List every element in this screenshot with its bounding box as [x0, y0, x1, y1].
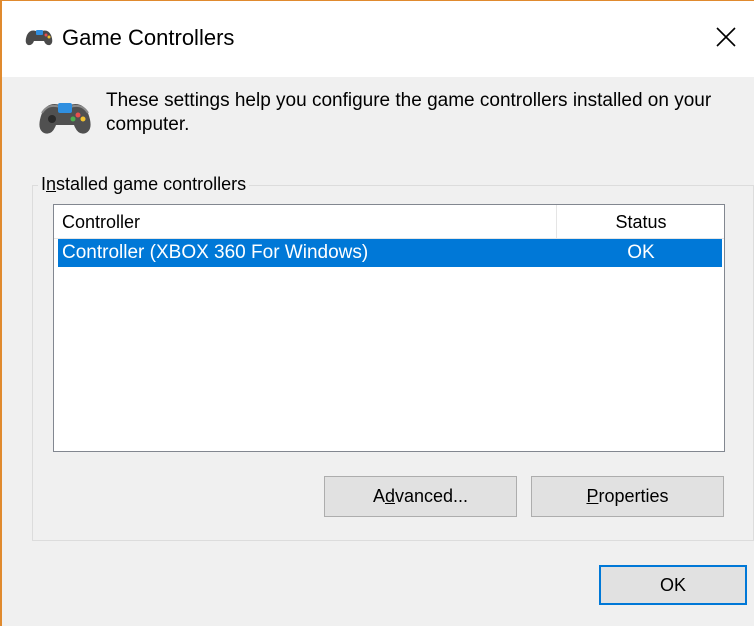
intro-description: These settings help you configure the ga…: [106, 90, 712, 135]
ok-button[interactable]: OK: [599, 565, 747, 605]
properties-button[interactable]: Properties: [531, 476, 724, 517]
close-button[interactable]: [704, 15, 748, 59]
title-bar: Game Controllers: [2, 1, 754, 77]
list-item[interactable]: Controller (XBOX 360 For Windows) OK: [58, 239, 722, 267]
gamepad-icon: [39, 103, 91, 134]
close-icon: [716, 27, 736, 47]
installed-controllers-label: Installed game controllers: [38, 173, 250, 195]
column-header-status[interactable]: Status: [557, 212, 725, 233]
controllers-list[interactable]: Controller Status Controller (XBOX 360 F…: [53, 204, 725, 452]
controller-name: Controller (XBOX 360 For Windows): [62, 242, 369, 263]
gamepad-icon: [25, 30, 53, 46]
window-title: Game Controllers: [62, 25, 235, 50]
list-header: Controller Status: [54, 205, 724, 239]
column-header-controller[interactable]: Controller: [62, 212, 140, 233]
advanced-button[interactable]: Ad vanced...: [324, 476, 517, 517]
game-controllers-dialog: Game Controllers These settings help you…: [0, 0, 754, 626]
controller-status: OK: [627, 242, 655, 263]
mnemonic-n: n: [46, 174, 57, 194]
